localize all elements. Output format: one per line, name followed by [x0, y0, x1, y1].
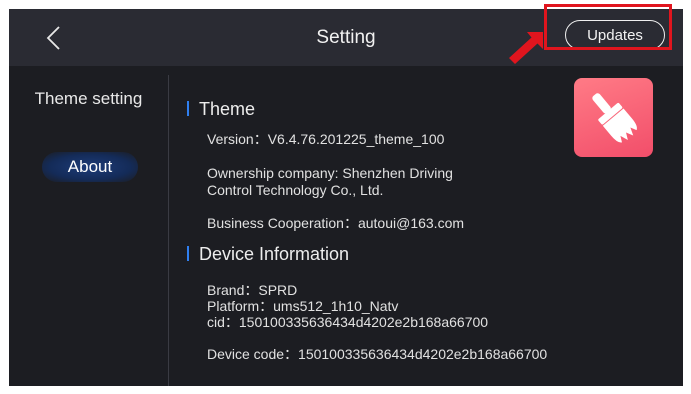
paintbrush-icon — [592, 93, 637, 143]
theme-section-title: Theme — [187, 99, 255, 120]
business-cooperation: Business Cooperation：autoui@163.com — [207, 215, 465, 231]
device-code: Device code：150100335636434d4202e2b168a6… — [207, 346, 548, 362]
sidebar-divider — [168, 75, 169, 386]
device-title-text: Device Information — [199, 244, 350, 264]
device-cid: cid：150100335636434d4202e2b168a66700 — [207, 314, 489, 330]
section-accent-bar — [187, 101, 189, 116]
sidebar-item-about[interactable]: About — [42, 152, 138, 182]
theme-version: Version：V6.4.76.201225_theme_100 — [207, 131, 445, 147]
theme-app-icon — [574, 78, 653, 157]
ownership-line-1: Ownership company: Shenzhen Driving — [207, 165, 453, 181]
ownership-line-2: Control Technology Co., Ltd. — [207, 182, 384, 198]
sidebar: Theme setting About — [9, 66, 168, 386]
pointer-arrow-icon — [509, 32, 543, 64]
section-accent-bar — [187, 246, 189, 261]
sidebar-item-theme-setting[interactable]: Theme setting — [9, 89, 168, 109]
updates-highlight-box — [544, 4, 672, 50]
theme-title-text: Theme — [199, 99, 256, 119]
device-section-title: Device Information — [187, 244, 349, 265]
app-screen: Setting Updates Theme setting About Them… — [9, 9, 683, 386]
